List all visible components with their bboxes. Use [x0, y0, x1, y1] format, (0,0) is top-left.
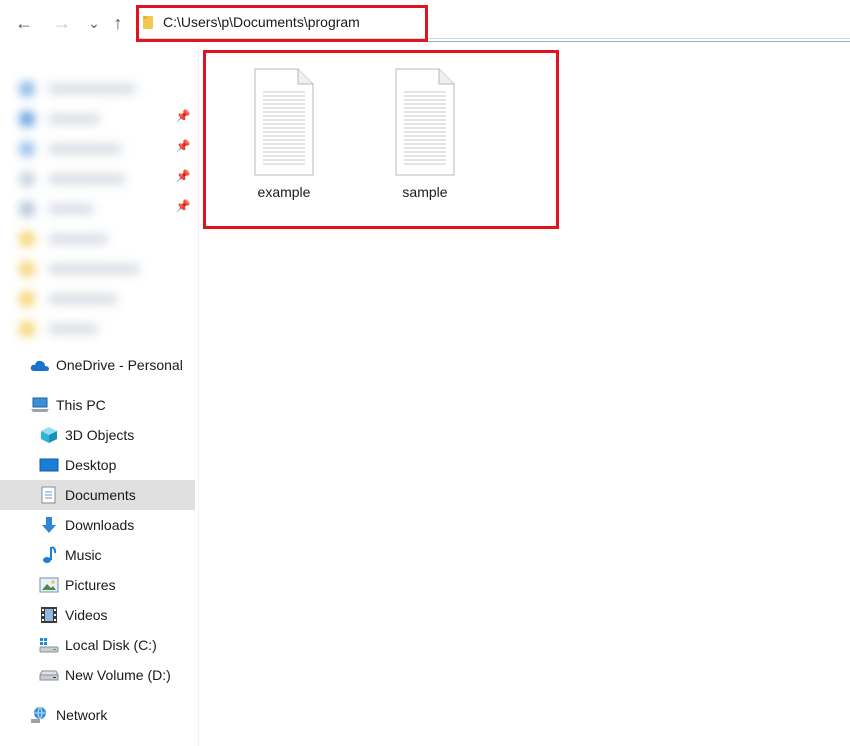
- sidebar-item-local-disk-c[interactable]: Local Disk (C:): [0, 630, 195, 660]
- pin-icon[interactable]: 📌: [176, 199, 191, 213]
- sidebar-item-pictures[interactable]: Pictures: [0, 570, 195, 600]
- sidebar-item-music[interactable]: Music: [0, 540, 195, 570]
- pin-icon[interactable]: 📌: [176, 139, 191, 153]
- sidebar-item-documents[interactable]: Documents: [0, 480, 195, 510]
- forward-arrow-icon[interactable]: →: [51, 10, 73, 36]
- sidebar-item-downloads[interactable]: Downloads: [0, 510, 195, 540]
- onedrive-cloud-icon: [30, 355, 50, 375]
- sidebar-item-label: Desktop: [65, 457, 117, 473]
- pin-icon[interactable]: 📌: [176, 169, 191, 183]
- sidebar-item-label: 3D Objects: [65, 427, 135, 443]
- back-arrow-icon[interactable]: ←: [13, 10, 35, 36]
- quick-access-blurred: [20, 66, 196, 356]
- sidebar-item-label: Pictures: [65, 577, 116, 593]
- sidebar-item-this-pc[interactable]: This PC: [0, 390, 195, 420]
- windows-drive-icon: [39, 635, 59, 655]
- pin-icon[interactable]: 📌: [176, 109, 191, 123]
- network-icon: [30, 705, 50, 725]
- desktop-icon: [39, 455, 59, 475]
- drive-icon: [39, 665, 59, 685]
- file-name: example: [257, 184, 311, 200]
- sidebar-item-label: Local Disk (C:): [65, 637, 157, 653]
- sidebar-item-3d-objects[interactable]: 3D Objects: [0, 420, 195, 450]
- film-strip-icon: [39, 605, 59, 625]
- file-item-sample[interactable]: sample: [375, 64, 475, 204]
- sidebar-item-desktop[interactable]: Desktop: [0, 450, 195, 480]
- 3d-objects-icon: [39, 425, 59, 445]
- recent-locations-chevron-icon[interactable]: ⌄: [83, 10, 105, 36]
- sidebar-item-label: Network: [56, 707, 108, 723]
- up-arrow-icon[interactable]: ↑: [107, 10, 129, 36]
- sidebar-item-videos[interactable]: Videos: [0, 600, 195, 630]
- file-item-example[interactable]: example: [234, 64, 334, 204]
- text-file-icon: [254, 68, 314, 176]
- documents-icon: [39, 485, 59, 505]
- sidebar-item-label: Music: [65, 547, 102, 563]
- sidebar-item-label: This PC: [56, 397, 106, 413]
- sidebar-item-new-volume-d[interactable]: New Volume (D:): [0, 660, 195, 690]
- computer-icon: [30, 395, 50, 415]
- pictures-icon: [39, 575, 59, 595]
- sidebar-item-label: Documents: [65, 487, 136, 503]
- sidebar-item-label: New Volume (D:): [65, 667, 171, 683]
- navigation-pane: 📌 📌 📌 📌 OneDrive - Personal This PC 3D O…: [0, 46, 199, 746]
- sidebar-item-label: Downloads: [65, 517, 135, 533]
- sidebar-item-network[interactable]: Network: [0, 700, 195, 730]
- sidebar-item-onedrive[interactable]: OneDrive - Personal: [0, 350, 195, 380]
- music-note-icon: [39, 545, 59, 565]
- address-highlight-box: [136, 5, 428, 42]
- navigation-bar: ← → ⌄ ↑ C:\Users\p\Documents\program: [0, 0, 850, 46]
- file-name: sample: [402, 184, 448, 200]
- download-arrow-icon: [39, 515, 59, 535]
- sidebar-item-label: Videos: [65, 607, 108, 623]
- sidebar-item-label: OneDrive - Personal: [56, 357, 183, 373]
- text-file-icon: [395, 68, 455, 176]
